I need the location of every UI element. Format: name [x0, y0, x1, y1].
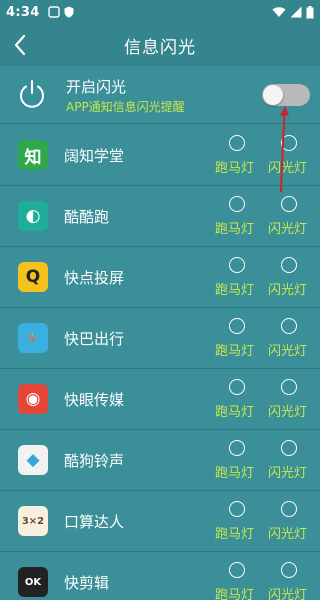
flash-toggle-subtitle: APP通知信息闪光提醒: [66, 100, 185, 114]
marquee-label: 跑马灯: [215, 466, 255, 481]
kuaidian-icon: Q: [18, 262, 48, 292]
kousuan-icon: 3×2: [18, 506, 48, 536]
marquee-label: 跑马灯: [215, 527, 255, 542]
flash-label: 闪光灯: [268, 405, 308, 420]
marquee-label: 跑马灯: [215, 161, 255, 176]
marquee-radio[interactable]: [229, 379, 245, 395]
app-row: Q 快点投屏跑马灯 闪光灯: [0, 247, 320, 308]
shield-icon: [64, 6, 74, 18]
marquee-radio[interactable]: [229, 318, 245, 334]
app-row: OK 快剪辑跑马灯 闪光灯: [0, 552, 320, 600]
app-name: 快剪辑: [64, 574, 110, 592]
marquee-label: 跑马灯: [215, 405, 255, 420]
app-row: ◐ 酷酷跑跑马灯 闪光灯: [0, 186, 320, 247]
flash-radio[interactable]: [281, 257, 297, 273]
flash-label: 闪光灯: [268, 222, 308, 237]
marquee-label: 跑马灯: [215, 283, 255, 298]
status-time: 4:34: [6, 4, 40, 20]
app-name: 口算达人: [64, 513, 125, 531]
app-name: 酷酷跑: [64, 208, 110, 226]
app-row: 3×2 口算达人跑马灯 闪光灯: [0, 491, 320, 552]
app-name: 酷狗铃声: [64, 452, 125, 470]
app-row: ◉ 快眼传媒跑马灯 闪光灯: [0, 369, 320, 430]
flash-radio[interactable]: [281, 196, 297, 212]
app-name: 快眼传媒: [64, 391, 125, 409]
app-name: 快巴出行: [64, 330, 125, 348]
kuozhi-icon: 知: [18, 140, 48, 170]
app-list: 知阔知学堂 跑马灯 闪光灯 ◐ 酷酷跑 跑马灯 闪光灯 Q 快点投屏 跑马灯 闪光灯 🦌 快巴出行 跑马灯…: [0, 125, 320, 600]
back-button[interactable]: [6, 30, 34, 60]
marquee-radio[interactable]: [229, 501, 245, 517]
battery-icon: [306, 5, 314, 18]
flash-label: 闪光灯: [268, 344, 308, 359]
app-row: 🦌 快巴出行跑马灯 闪光灯: [0, 308, 320, 369]
kugou-icon: ◆: [18, 445, 48, 475]
kuaiba-icon: 🦌: [18, 323, 48, 353]
marquee-label: 跑马灯: [215, 222, 255, 237]
marquee-radio[interactable]: [229, 196, 245, 212]
marquee-radio[interactable]: [229, 562, 245, 578]
marquee-radio[interactable]: [229, 440, 245, 456]
status-system-icons: [272, 5, 314, 19]
chevron-left-icon: [14, 34, 26, 56]
marquee-label: 跑马灯: [215, 588, 255, 600]
app-row: ◆ 酷狗铃声跑马灯 闪光灯: [0, 430, 320, 491]
flash-toggle-title: 开启闪光: [66, 78, 127, 96]
flash-label: 闪光灯: [268, 466, 308, 481]
flash-label: 闪光灯: [268, 161, 308, 176]
kukupao-icon: ◐: [18, 201, 48, 231]
flash-radio[interactable]: [281, 135, 297, 151]
flash-radio[interactable]: [281, 318, 297, 334]
flash-radio[interactable]: [281, 379, 297, 395]
flash-radio[interactable]: [281, 501, 297, 517]
flash-radio[interactable]: [281, 440, 297, 456]
status-notification-icons: [47, 6, 74, 18]
flash-label: 闪光灯: [268, 588, 308, 600]
marquee-radio[interactable]: [229, 257, 245, 273]
flash-toggle-switch[interactable]: [262, 84, 310, 106]
power-icon: [20, 80, 44, 108]
switch-knob: [263, 85, 283, 105]
marquee-radio[interactable]: [229, 135, 245, 151]
kuaijianji-icon: OK: [18, 567, 48, 597]
app-name: 快点投屏: [64, 269, 125, 287]
signal-icon: [290, 6, 302, 18]
wifi-icon: [272, 7, 286, 17]
app-name: 阔知学堂: [64, 147, 125, 165]
app-notification-icon: [47, 6, 60, 18]
marquee-label: 跑马灯: [215, 344, 255, 359]
status-bar: 4:34: [0, 0, 320, 24]
title-bar: 信息闪光: [0, 24, 320, 66]
app-row: 知阔知学堂跑马灯 闪光灯: [0, 125, 320, 186]
flash-radio[interactable]: [281, 562, 297, 578]
flash-label: 闪光灯: [268, 527, 308, 542]
page-title: 信息闪光: [124, 37, 196, 58]
flash-label: 闪光灯: [268, 283, 308, 298]
kuaiyan-icon: ◉: [18, 384, 48, 414]
